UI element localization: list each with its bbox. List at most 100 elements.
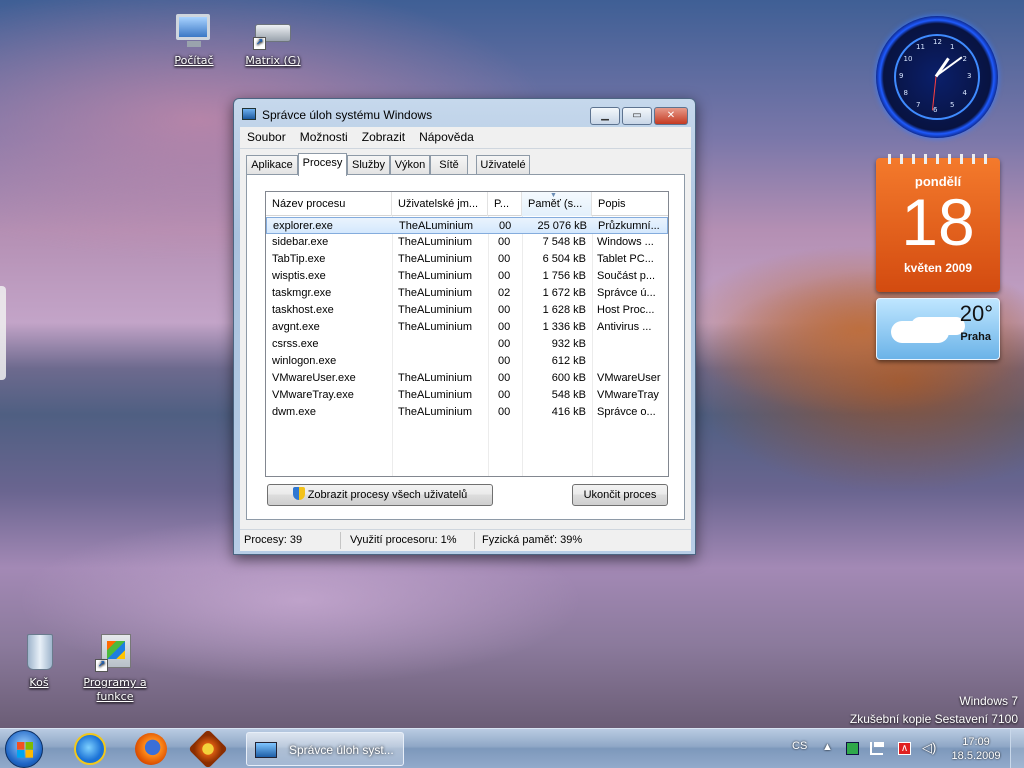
process-row[interactable]: sidebar.exe TheALuminium 00 7 548 kB Windows…: [266, 234, 668, 251]
tab-uzivatele[interactable]: Uživatelé: [476, 155, 530, 175]
cell-cpu: 00: [498, 253, 511, 265]
tab-vykon[interactable]: Výkon: [390, 155, 430, 175]
cell-cpu: 00: [498, 236, 511, 248]
column-process-name[interactable]: Název procesu: [266, 192, 392, 216]
cloud-icon: [891, 321, 949, 343]
clock-number: 1: [950, 42, 955, 51]
title-bar[interactable]: Správce úloh systému Windows ▁ ▭ ✕: [234, 99, 695, 127]
cell-user-name: TheALuminium: [399, 220, 473, 232]
cell-description: Průzkumní...: [598, 220, 660, 232]
sidebar-edge-tab[interactable]: [0, 286, 6, 380]
window-title: Správce úloh systému Windows: [262, 108, 433, 122]
cell-cpu: 00: [499, 220, 512, 232]
cell-description: Tablet PC...: [597, 253, 654, 265]
task-manager-icon: [242, 108, 256, 120]
end-process-button[interactable]: Ukončit proces: [572, 484, 668, 506]
minimize-button[interactable]: ▁: [590, 107, 620, 125]
start-button[interactable]: [5, 730, 43, 768]
cell-memory: 25 076 kB: [537, 220, 587, 232]
process-row[interactable]: winlogon.exe 00 612 kB: [266, 353, 668, 370]
tab-sluzby[interactable]: Služby: [347, 155, 390, 175]
show-all-processes-button[interactable]: Zobrazit procesy všech uživatelů: [267, 484, 493, 506]
taskbar-task-manager[interactable]: Správce úloh syst...: [246, 732, 404, 766]
column-user-name[interactable]: Uživatelské jm...: [392, 192, 488, 216]
column-memory[interactable]: ▼ Paměť (s...: [522, 192, 592, 216]
task-manager-window[interactable]: Správce úloh systému Windows ▁ ▭ ✕ Soubo…: [233, 98, 696, 555]
process-row[interactable]: VMwareUser.exe TheALuminium 00 600 kB VMware…: [266, 370, 668, 387]
cell-user-name: TheALuminium: [398, 389, 472, 401]
weather-gadget[interactable]: 20° Praha: [876, 298, 1000, 360]
show-desktop-button[interactable]: [1010, 729, 1024, 768]
cell-process-name: explorer.exe: [273, 220, 333, 232]
green-app-icon[interactable]: [846, 742, 859, 755]
desktop-icon-label: Počítač: [174, 54, 214, 67]
desktop-icon-label: Programy a funkce: [83, 676, 147, 703]
drive-icon: ↗: [253, 10, 293, 50]
process-row[interactable]: avgnt.exe TheALuminium 00 1 336 kB Antivirus…: [266, 319, 668, 336]
process-row[interactable]: taskhost.exe TheALuminium 00 1 628 kB Host P…: [266, 302, 668, 319]
desktop-icon-matrix-drive[interactable]: ↗ Matrix (G): [238, 10, 308, 68]
tab-procesy[interactable]: Procesy: [298, 153, 347, 176]
status-processes: Procesy: 39: [244, 534, 303, 546]
action-center-flag-icon[interactable]: [874, 742, 884, 752]
task-manager-icon: [255, 742, 277, 758]
cell-cpu: 00: [498, 389, 511, 401]
calendar-gadget[interactable]: pondělí 18 květen 2009: [876, 154, 1000, 292]
computer-icon: [174, 10, 214, 50]
cell-memory: 1 628 kB: [542, 304, 586, 316]
cell-user-name: TheALuminium: [398, 406, 472, 418]
internet-explorer-icon[interactable]: [74, 733, 106, 765]
column-cpu[interactable]: P...: [488, 192, 522, 216]
desktop-icon-computer[interactable]: Počítač: [159, 10, 229, 68]
language-indicator[interactable]: CS: [792, 740, 807, 752]
cell-cpu: 00: [498, 372, 511, 384]
clock-gadget[interactable]: 12 1 2 3 4 5 6 7 8 9 10 11: [876, 16, 998, 138]
cell-cpu: 00: [498, 355, 511, 367]
cell-description: Host Proc...: [597, 304, 655, 316]
process-row[interactable]: csrss.exe 00 932 kB: [266, 336, 668, 353]
process-row[interactable]: explorer.exe TheALuminium 00 25 076 kB Průzk…: [266, 217, 668, 234]
taskbar-clock[interactable]: 17:09 18.5.2009: [948, 735, 1004, 763]
windows-logo-icon: [17, 742, 33, 758]
menu-moznosti[interactable]: Možnosti: [293, 127, 355, 147]
desktop-icon-label: Matrix (G): [245, 54, 301, 67]
gimp-icon[interactable]: [188, 729, 228, 768]
process-row[interactable]: taskmgr.exe TheALuminium 02 1 672 kB Správce…: [266, 285, 668, 302]
tab-site[interactable]: Sítě: [430, 155, 468, 175]
status-cpu: Využití procesoru: 1%: [350, 534, 457, 546]
cell-user-name: TheALuminium: [398, 372, 472, 384]
watermark-line2: Zkušební kopie Sestavení 7100: [849, 712, 1018, 726]
desktop-icon-label: Koš: [29, 676, 49, 689]
process-row[interactable]: VMwareTray.exe TheALuminium 00 548 kB VMware…: [266, 387, 668, 404]
taskbar-time: 17:09: [962, 736, 990, 748]
window-body: Aplikace Procesy Služby Výkon Sítě Uživa…: [240, 149, 691, 529]
cell-description: Součást p...: [597, 270, 656, 282]
avira-icon[interactable]: ∧: [898, 742, 911, 755]
show-hidden-icons-button[interactable]: ▲: [822, 741, 833, 753]
process-row[interactable]: dwm.exe TheALuminium 00 416 kB Správce o...: [266, 404, 668, 421]
cell-process-name: taskhost.exe: [272, 304, 334, 316]
menu-napoveda[interactable]: Nápověda: [412, 127, 481, 147]
maximize-button[interactable]: ▭: [622, 107, 652, 125]
process-row[interactable]: wisptis.exe TheALuminium 00 1 756 kB Součást…: [266, 268, 668, 285]
calendar-day: 18: [901, 185, 975, 259]
cell-user-name: TheALuminium: [398, 304, 472, 316]
status-bar: Procesy: 39 Využití procesoru: 1% Fyzick…: [240, 529, 691, 551]
clock-number: 4: [962, 89, 967, 97]
cell-user-name: TheALuminium: [398, 253, 472, 265]
cell-process-name: VMwareTray.exe: [272, 389, 354, 401]
process-list[interactable]: Název procesu Uživatelské jm... P... ▼ P…: [265, 191, 669, 477]
volume-icon[interactable]: ◁): [922, 740, 936, 756]
close-button[interactable]: ✕: [654, 107, 688, 125]
tab-aplikace[interactable]: Aplikace: [246, 155, 298, 175]
windows-watermark: Windows 7 Zkušební kopie Sestavení 7100: [850, 694, 1018, 726]
cell-memory: 7 548 kB: [542, 236, 586, 248]
column-description[interactable]: Popis: [592, 192, 668, 216]
firefox-icon[interactable]: [135, 733, 167, 765]
process-row[interactable]: TabTip.exe TheALuminium 00 6 504 kB Tablet P…: [266, 251, 668, 268]
menu-zobrazit[interactable]: Zobrazit: [355, 127, 412, 147]
cell-description: Antivirus ...: [597, 321, 652, 333]
desktop-icon-recycle-bin[interactable]: Koš: [4, 632, 74, 690]
menu-soubor[interactable]: Soubor: [240, 127, 293, 147]
desktop-icon-programs[interactable]: ↗ Programy a funkce: [80, 632, 150, 704]
